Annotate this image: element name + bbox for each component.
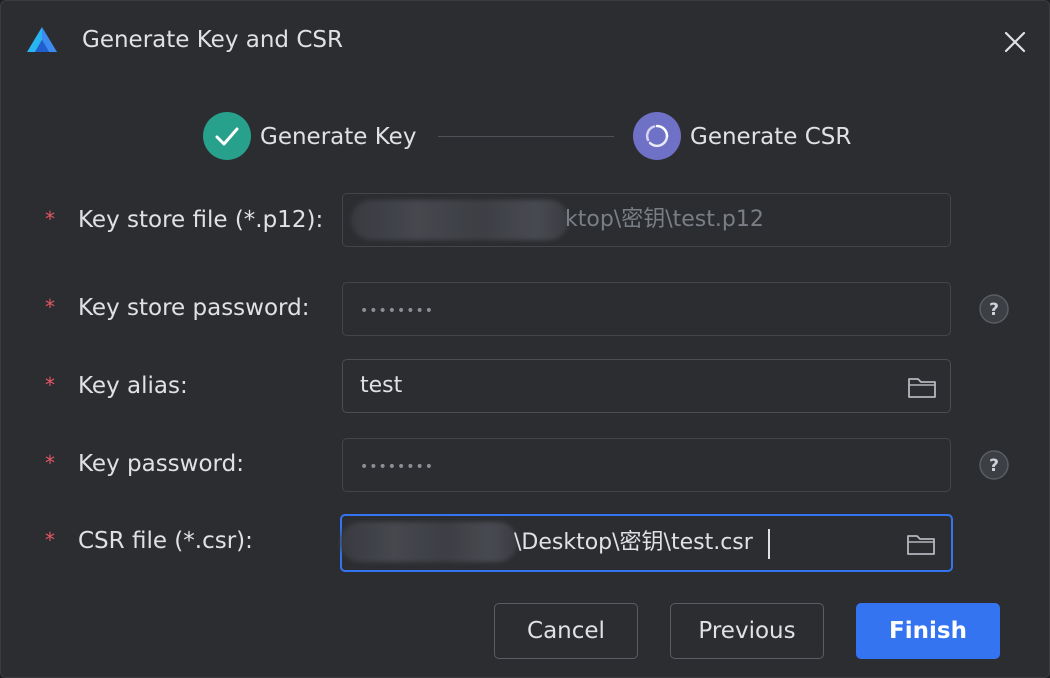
- key-store-file-label: Key store file (*.p12):: [78, 207, 324, 233]
- help-icon[interactable]: ?: [978, 449, 1010, 481]
- key-store-password-field: ••••••••: [342, 282, 951, 336]
- dialog-title: Generate Key and CSR: [82, 27, 343, 53]
- help-icon[interactable]: ?: [978, 293, 1010, 325]
- close-icon[interactable]: [1000, 27, 1030, 57]
- wizard-stepper: Generate Key Generate CSR: [1, 101, 1049, 173]
- folder-icon[interactable]: [906, 532, 936, 556]
- step-connector: [438, 136, 614, 137]
- generate-key-csr-dialog: Generate Key and CSR Generate Key Genera…: [0, 0, 1050, 678]
- key-store-file-field: ktop\密钥\test.p12: [342, 193, 951, 247]
- key-alias-value: test: [360, 373, 403, 398]
- redacted-path: [351, 200, 569, 240]
- key-store-password-label: Key store password:: [78, 295, 310, 321]
- key-alias-input[interactable]: test: [342, 359, 951, 413]
- required-marker: *: [45, 295, 55, 319]
- finish-button[interactable]: Finish: [856, 603, 1000, 659]
- step-completed-indicator: [203, 112, 251, 160]
- deveco-logo-icon: [27, 27, 57, 52]
- csr-file-label: CSR file (*.csr):: [78, 528, 253, 554]
- step-in-progress-indicator: [633, 112, 681, 160]
- required-marker: *: [45, 451, 55, 475]
- csr-file-input[interactable]: \Desktop\密钥\test.csr: [340, 514, 953, 572]
- title-bar: Generate Key and CSR: [1, 1, 1049, 79]
- folder-icon[interactable]: [907, 375, 937, 399]
- cancel-button[interactable]: Cancel: [494, 603, 638, 659]
- key-password-value: ••••••••: [360, 459, 435, 475]
- previous-button[interactable]: Previous: [670, 603, 824, 659]
- step-generate-csr-label: Generate CSR: [690, 124, 852, 150]
- svg-text:?: ?: [989, 456, 999, 476]
- key-store-file-value: ktop\密钥\test.p12: [565, 207, 764, 232]
- key-password-field: ••••••••: [342, 438, 951, 492]
- key-alias-label: Key alias:: [78, 373, 188, 399]
- redacted-path: [340, 522, 518, 562]
- check-icon: [215, 127, 239, 146]
- required-marker: *: [45, 373, 55, 397]
- required-marker: *: [45, 207, 55, 231]
- text-caret: [768, 529, 770, 559]
- required-marker: *: [45, 528, 55, 552]
- csr-file-value: \Desktop\密钥\test.csr: [514, 530, 753, 555]
- step-generate-key-label: Generate Key: [260, 124, 417, 150]
- svg-text:?: ?: [989, 300, 999, 320]
- key-password-label: Key password:: [78, 451, 244, 477]
- spinner-icon: [645, 124, 669, 148]
- key-store-password-value: ••••••••: [360, 303, 435, 319]
